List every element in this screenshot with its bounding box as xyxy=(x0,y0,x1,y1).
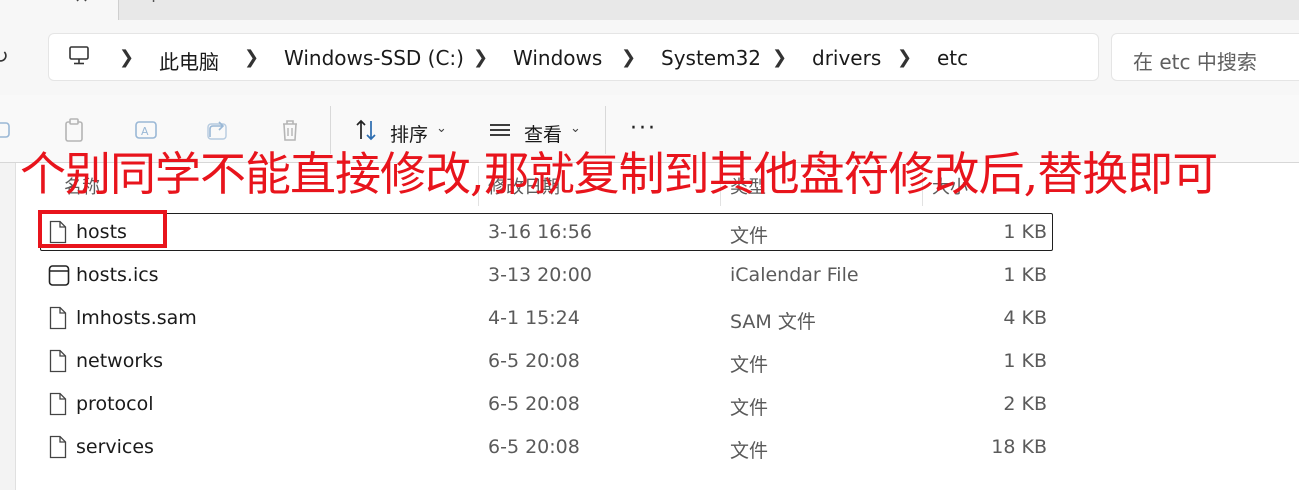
file-size: 1 KB xyxy=(1003,221,1047,243)
file-modified: 3-16 16:56 xyxy=(488,221,592,243)
chevron-right-icon[interactable]: ❯ xyxy=(119,47,134,68)
calendar-file-icon xyxy=(48,265,70,286)
file-name[interactable]: lmhosts.sam xyxy=(76,307,197,329)
chevron-right-icon[interactable]: ❯ xyxy=(772,47,787,68)
file-size: 1 KB xyxy=(1003,350,1047,372)
file-icon xyxy=(49,435,67,459)
file-modified: 3-13 20:00 xyxy=(488,264,592,286)
file-icon xyxy=(49,392,67,416)
file-modified: 6-5 20:08 xyxy=(488,350,580,372)
search-placeholder: 在 etc 中搜索 xyxy=(1133,50,1257,74)
file-size: 18 KB xyxy=(991,436,1047,458)
cut-icon[interactable] xyxy=(0,117,16,143)
chevron-down-icon[interactable]: ⌄ xyxy=(436,121,447,136)
file-name[interactable]: protocol xyxy=(76,393,154,415)
refresh-icon[interactable]: ↻ xyxy=(0,44,9,68)
chevron-down-icon[interactable]: ⌄ xyxy=(570,121,581,136)
svg-text:A: A xyxy=(141,125,149,138)
tab-separator xyxy=(118,0,119,20)
tab-active[interactable] xyxy=(0,0,118,20)
tab-strip xyxy=(0,0,1299,20)
chevron-right-icon[interactable]: ❯ xyxy=(473,47,488,68)
file-icon xyxy=(49,306,67,330)
file-type: 文件 xyxy=(730,225,769,247)
new-tab-button[interactable]: + xyxy=(146,0,161,7)
breadcrumb-drive[interactable]: Windows-SSD (C:) xyxy=(284,46,464,70)
file-icon xyxy=(49,349,67,373)
file-size: 2 KB xyxy=(1003,393,1047,415)
file-size: 1 KB xyxy=(1003,264,1047,286)
chevron-right-icon[interactable]: ❯ xyxy=(897,47,912,68)
file-type: 文件 xyxy=(730,397,769,419)
file-modified: 6-5 20:08 xyxy=(488,393,580,415)
file-name[interactable]: hosts.ics xyxy=(76,264,159,286)
file-size: 4 KB xyxy=(1003,307,1047,329)
breadcrumb-drivers[interactable]: drivers xyxy=(812,46,881,70)
breadcrumb-system32[interactable]: System32 xyxy=(661,46,761,70)
tab-close-button[interactable]: × xyxy=(74,0,89,7)
chevron-right-icon[interactable]: ❯ xyxy=(244,47,259,68)
annotation-text: 个别同学不能直接修改,那就复制到其他盘符修改后,替换即可 xyxy=(20,147,1218,201)
file-type: 文件 xyxy=(730,354,769,376)
file-modified: 6-5 20:08 xyxy=(488,436,580,458)
breadcrumb-this-pc[interactable]: 此电脑 xyxy=(159,46,219,75)
file-type: SAM 文件 xyxy=(730,311,816,333)
computer-icon xyxy=(69,46,89,65)
file-name[interactable]: services xyxy=(76,436,154,458)
breadcrumb-etc[interactable]: etc xyxy=(937,46,968,70)
file-type: iCalendar File xyxy=(730,264,859,286)
breadcrumb-windows[interactable]: Windows xyxy=(513,46,602,70)
chevron-right-icon[interactable]: ❯ xyxy=(621,47,636,68)
file-type: 文件 xyxy=(730,440,769,462)
file-modified: 4-1 15:24 xyxy=(488,307,580,329)
highlight-box xyxy=(38,210,167,248)
file-name[interactable]: networks xyxy=(76,350,163,372)
